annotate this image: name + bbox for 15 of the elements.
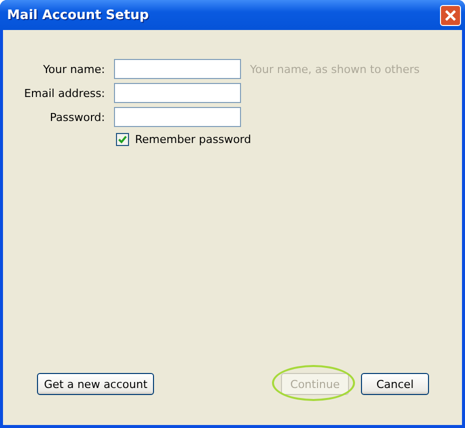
field-label: Email address: [23, 86, 105, 100]
remember-checkbox[interactable]: Remember password [116, 133, 462, 146]
field-hint: Your name, as shown to others [250, 62, 420, 76]
dialog-button[interactable]: Cancel [361, 373, 429, 395]
field-label: Password: [48, 110, 105, 124]
get-account-button[interactable]: Get a new account [37, 373, 154, 395]
input-field[interactable] [114, 83, 241, 103]
close-icon [444, 8, 457, 22]
field-label: Your name: [42, 62, 105, 76]
check-icon [118, 135, 127, 144]
input-field[interactable] [114, 107, 241, 127]
checkbox[interactable] [116, 133, 129, 146]
close-button[interactable] [440, 4, 461, 26]
window-title: Mail Account Setup [7, 8, 149, 22]
input-field[interactable] [114, 59, 241, 79]
